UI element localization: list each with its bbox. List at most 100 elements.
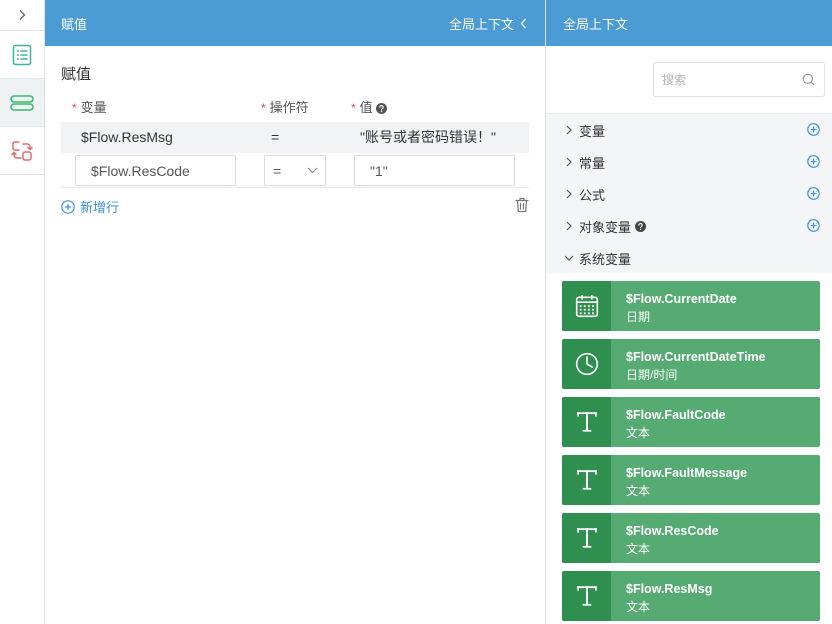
add-row-label: 新增行 (80, 200, 120, 215)
chevron-right-icon (566, 189, 572, 199)
trash-icon (515, 197, 529, 213)
text-icon (576, 586, 597, 606)
chevron-right-icon (19, 10, 26, 20)
system-variable-type: 文本 (626, 600, 651, 614)
system-variable-name: $Flow.FaultMessage (626, 466, 748, 480)
card-icon-area (562, 281, 611, 331)
card-icon-area (562, 455, 611, 505)
system-variable-card[interactable]: $Flow.CurrentDate 日期 (562, 281, 820, 331)
plus-circle-icon[interactable] (807, 219, 820, 232)
tree-item-label: 系统变量 (579, 251, 632, 267)
tree-item-label: 公式 (579, 187, 606, 203)
global-context-toggle-label: 全局上下文 (448, 16, 514, 32)
global-context-toggle[interactable]: 全局上下文 (449, 14, 527, 33)
required-mark: * (72, 101, 77, 115)
search-icon[interactable] (802, 73, 815, 86)
card-icon-area (562, 571, 611, 621)
sidebar-item-swap[interactable] (0, 127, 44, 175)
tree-item-constants[interactable]: 常量 (546, 146, 832, 178)
system-variable-name: $Flow.FaultCode (626, 408, 726, 422)
assign-panel: 赋值 全局上下文 赋值 * 变量 * 操作符 * 值 $Flow.ResMsg … (45, 0, 546, 624)
table-row-editing: = (61, 155, 529, 188)
card-icon-area (562, 339, 611, 389)
chevron-left-icon (520, 18, 526, 28)
add-row-button[interactable]: 新增行 (61, 198, 119, 215)
card-icon-area (562, 513, 611, 563)
sidebar-item-list[interactable] (0, 31, 44, 79)
storage-icon (10, 94, 34, 111)
operator-select[interactable]: = (264, 155, 326, 186)
column-header-variable: * 变量 (72, 100, 107, 116)
search-input[interactable] (654, 63, 794, 96)
row-value: "账号或者密码错误！" (360, 129, 496, 145)
value-input[interactable] (354, 155, 515, 186)
variable-input[interactable] (75, 155, 236, 186)
system-variable-name: $Flow.ResCode (626, 524, 719, 538)
system-variable-card[interactable]: $Flow.ResCode 文本 (562, 513, 820, 563)
tree-item-label: 对象变量 (579, 219, 632, 235)
text-icon (576, 470, 597, 490)
row-variable: $Flow.ResMsg (81, 129, 173, 145)
card-icon-area (562, 397, 611, 447)
left-sidebar (0, 0, 45, 624)
search-box (653, 62, 825, 97)
expand-toggle[interactable] (564, 125, 574, 135)
required-mark: * (351, 101, 356, 115)
column-header-operator: * 操作符 (261, 100, 309, 116)
expand-toggle[interactable] (564, 189, 574, 199)
calendar-icon (575, 295, 598, 318)
help-icon[interactable] (635, 220, 647, 232)
swap-icon (11, 140, 33, 161)
sidebar-item-assign[interactable] (0, 79, 44, 127)
chevron-right-icon (566, 157, 572, 167)
plus-circle-icon[interactable] (807, 123, 820, 136)
tree-item-label: 变量 (579, 123, 606, 139)
delete-row-button[interactable] (515, 197, 529, 213)
global-context-title: 全局上下文 (563, 16, 629, 32)
chevron-right-icon (566, 125, 572, 135)
chevron-down-icon (564, 255, 574, 261)
system-variable-card[interactable]: $Flow.ResMsg 文本 (562, 571, 820, 621)
column-header-variable-label: 变量 (80, 100, 107, 115)
expand-toggle[interactable] (564, 221, 574, 231)
list-icon (12, 44, 32, 65)
text-icon (576, 412, 597, 432)
collapse-toggle[interactable] (564, 253, 574, 263)
operator-select-value: = (273, 162, 282, 179)
required-mark: * (261, 101, 266, 115)
tree-item-system-variables[interactable]: 系统变量 (546, 242, 832, 274)
plus-circle-icon[interactable] (807, 155, 820, 168)
section-title: 赋值 (61, 66, 92, 83)
column-header-value-label: 值 (359, 100, 373, 115)
tree-item-object-variables[interactable]: 对象变量 (546, 210, 832, 242)
system-variable-type: 文本 (626, 484, 651, 498)
assign-panel-title: 赋值 (61, 16, 88, 32)
column-header-row: * 变量 * 操作符 * 值 (61, 100, 529, 116)
system-variable-list: $Flow.CurrentDate 日期 $Flow.CurrentDateTi… (562, 281, 820, 621)
tree-item-label: 常量 (579, 155, 606, 171)
chevron-right-icon (566, 221, 572, 231)
system-variable-card[interactable]: $Flow.FaultMessage 文本 (562, 455, 820, 505)
text-icon (576, 528, 597, 548)
system-variable-type: 日期/时间 (626, 368, 678, 382)
expand-toggle[interactable] (564, 157, 574, 167)
tree-item-formulas[interactable]: 公式 (546, 178, 832, 210)
system-variable-name: $Flow.ResMsg (626, 582, 713, 596)
global-context-panel: 全局上下文 变量 常量 公式 对象变量 (546, 0, 832, 624)
clock-icon (575, 352, 598, 376)
row-operator: = (271, 129, 280, 145)
sidebar-expand-button[interactable] (0, 0, 44, 31)
system-variable-card[interactable]: $Flow.CurrentDateTime 日期/时间 (562, 339, 820, 389)
plus-circle-icon (61, 199, 75, 214)
plus-circle-icon[interactable] (807, 187, 820, 200)
chevron-down-icon (307, 167, 318, 174)
column-header-value: * 值 (351, 100, 387, 116)
tree-item-variables[interactable]: 变量 (546, 114, 832, 146)
system-variable-type: 日期 (626, 310, 651, 324)
table-row[interactable]: $Flow.ResMsg = "账号或者密码错误！" (61, 122, 529, 153)
context-tree: 变量 常量 公式 对象变量 系统变量 (546, 113, 832, 273)
assign-panel-header: 赋值 全局上下文 (45, 0, 545, 46)
system-variable-card[interactable]: $Flow.FaultCode 文本 (562, 397, 820, 447)
help-icon[interactable] (375, 102, 387, 114)
system-variable-name: $Flow.CurrentDate (626, 292, 737, 306)
